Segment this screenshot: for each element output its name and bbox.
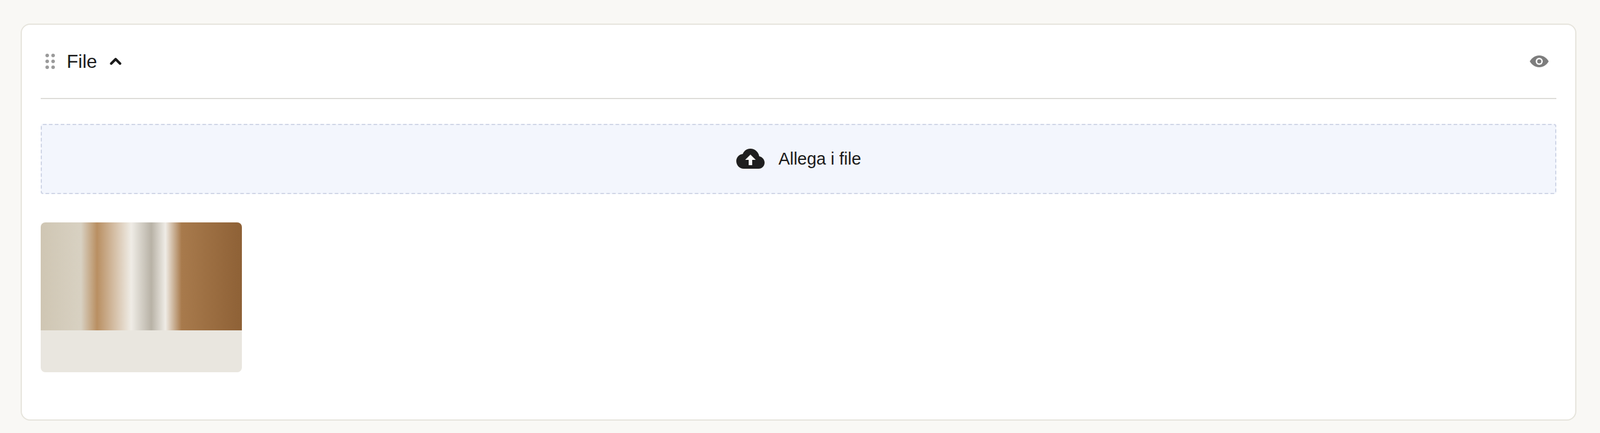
cloud-upload-icon <box>735 148 766 171</box>
image-thumbnail[interactable] <box>40 222 242 373</box>
file-list <box>40 222 1557 373</box>
chevron-up-icon <box>106 52 125 71</box>
visibility-toggle[interactable] <box>1529 54 1557 69</box>
file-section: File Allega i file <box>20 23 1577 421</box>
collapse-toggle[interactable] <box>106 52 125 71</box>
header-left: File <box>40 50 1530 73</box>
file-dropzone[interactable]: Allega i file <box>40 123 1557 195</box>
dropzone-label: Allega i file <box>778 149 861 169</box>
section-header: File <box>40 42 1557 100</box>
section-title: File <box>66 50 98 73</box>
drag-handle-icon[interactable] <box>45 53 55 70</box>
page: File Allega i file <box>0 0 1600 433</box>
eye-icon <box>1529 54 1550 69</box>
